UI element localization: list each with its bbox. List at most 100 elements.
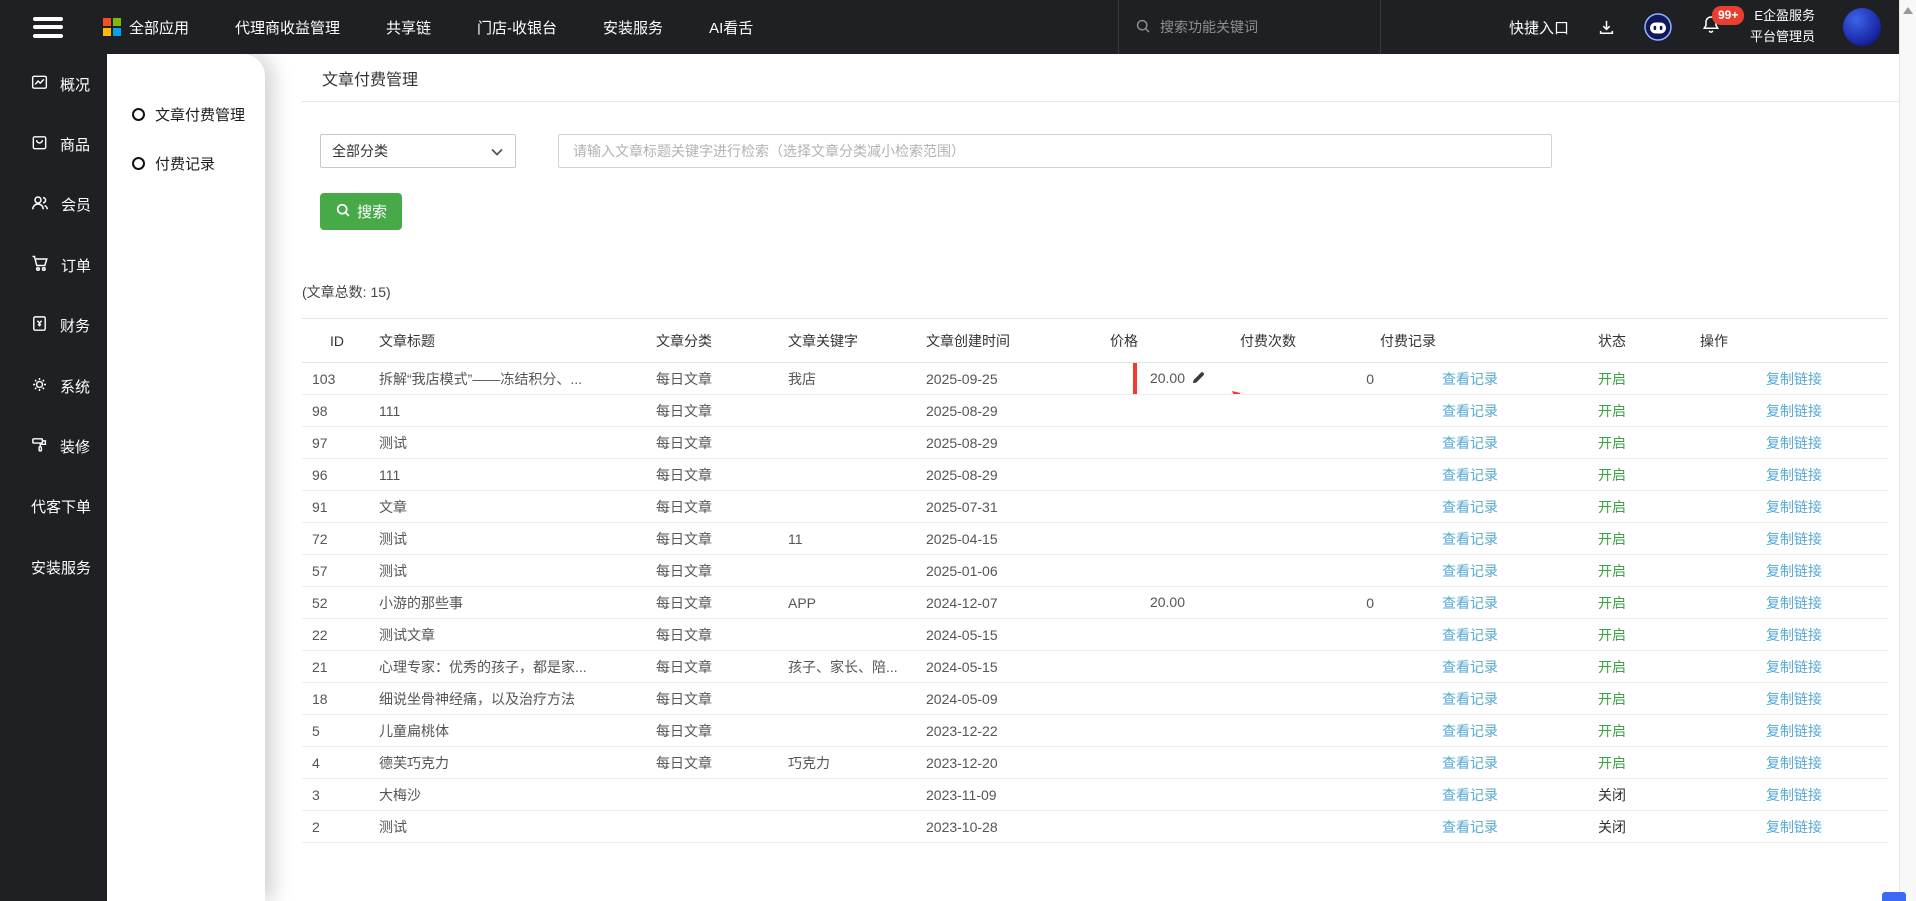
copy-link-action[interactable]: 复制链接: [1766, 659, 1822, 675]
copy-link-action[interactable]: 复制链接: [1766, 627, 1822, 643]
view-records-link[interactable]: 查看记录: [1442, 755, 1498, 771]
table-cell: 2023-12-22: [920, 715, 1110, 747]
edit-price-icon[interactable]: [1191, 370, 1206, 388]
category-select[interactable]: 全部分类: [320, 134, 516, 168]
copy-link-action[interactable]: 复制链接: [1766, 755, 1822, 771]
ai-assistant-icon[interactable]: [1644, 13, 1672, 41]
sidebar-item-proxy-order[interactable]: 代客下单: [0, 477, 107, 537]
view-records-link[interactable]: 查看记录: [1442, 691, 1498, 707]
table-cell: [780, 619, 920, 651]
copy-link-action[interactable]: 复制链接: [1766, 499, 1822, 515]
sidebar-item-orders[interactable]: 订单: [0, 235, 107, 295]
status-text: 开启: [1598, 531, 1626, 547]
table-cell: 查看记录: [1380, 363, 1560, 395]
table-cell: [1110, 523, 1240, 555]
table-cell: 复制链接: [1700, 747, 1888, 779]
nav-label: 全部应用: [129, 17, 189, 38]
copy-link-action[interactable]: 复制链接: [1766, 531, 1822, 547]
table-cell: 复制链接: [1700, 811, 1888, 843]
table-cell: 复制链接: [1700, 459, 1888, 491]
copy-link-action[interactable]: 复制链接: [1766, 691, 1822, 707]
nav-share-chain[interactable]: 共享链: [386, 17, 431, 38]
sidebar-item-goods[interactable]: 商品: [0, 114, 107, 174]
view-records-link[interactable]: 查看记录: [1442, 659, 1498, 675]
table-cell: 开启: [1560, 651, 1700, 683]
copy-link-action[interactable]: 复制链接: [1766, 435, 1822, 451]
view-records-link[interactable]: 查看记录: [1442, 499, 1498, 515]
submenu-item-article-pay[interactable]: 文章付费管理: [107, 90, 265, 139]
nav-agent-revenue[interactable]: 代理商收益管理: [235, 17, 340, 38]
keyword-search-input[interactable]: [558, 134, 1552, 168]
view-records-link[interactable]: 查看记录: [1442, 531, 1498, 547]
table-cell: 57: [302, 555, 372, 587]
table-row: 72测试每日文章112025-04-15查看记录开启复制链接: [302, 523, 1888, 555]
view-records-link[interactable]: 查看记录: [1442, 595, 1498, 611]
view-records-link[interactable]: 查看记录: [1442, 435, 1498, 451]
table-cell: [1240, 427, 1380, 459]
nav-ai-tongue[interactable]: AI看舌: [709, 17, 753, 38]
copy-link-action[interactable]: 复制链接: [1766, 819, 1822, 835]
status-text: 开启: [1598, 403, 1626, 419]
table-cell: [1240, 747, 1380, 779]
table-cell: 测试: [372, 523, 650, 555]
price-value: 20.00: [1150, 370, 1185, 386]
table-cell: 开启: [1560, 427, 1700, 459]
submenu-item-pay-records[interactable]: 付费记录: [107, 139, 265, 188]
function-search-input[interactable]: 搜索功能关键词: [1118, 0, 1381, 54]
table-cell: 查看记录: [1380, 811, 1560, 843]
copy-link-action[interactable]: 复制链接: [1766, 787, 1822, 803]
sidebar-item-system[interactable]: 系统: [0, 356, 107, 416]
table-cell: [1110, 459, 1240, 491]
vertical-scrollbar[interactable]: [1899, 0, 1916, 901]
download-icon[interactable]: [1597, 18, 1616, 37]
notifications-bell-icon[interactable]: 99+: [1700, 14, 1722, 41]
view-records-link[interactable]: 查看记录: [1442, 563, 1498, 579]
table-cell: 测试: [372, 811, 650, 843]
table-row: 4德芙巧克力每日文章巧克力2023-12-20查看记录开启复制链接: [302, 747, 1888, 779]
copy-link-action[interactable]: 复制链接: [1766, 371, 1822, 387]
table-cell: [780, 683, 920, 715]
table-cell: 开启: [1560, 491, 1700, 523]
sidebar-item-members[interactable]: 会员: [0, 175, 107, 235]
table-cell: 4: [302, 747, 372, 779]
table-cell: 5: [302, 715, 372, 747]
copy-link-action[interactable]: 复制链接: [1766, 595, 1822, 611]
table-cell: 96: [302, 459, 372, 491]
floating-widget-button[interactable]: [1882, 892, 1906, 901]
sidebar-item-install-service[interactable]: 安装服务: [0, 537, 107, 597]
table-cell: 复制链接: [1700, 651, 1888, 683]
sidebar-item-finance[interactable]: 财务: [0, 296, 107, 356]
table-cell: 2025-09-25: [920, 363, 1110, 395]
copy-link-action[interactable]: 复制链接: [1766, 723, 1822, 739]
view-records-link[interactable]: 查看记录: [1442, 723, 1498, 739]
view-records-link[interactable]: 查看记录: [1442, 467, 1498, 483]
view-records-link[interactable]: 查看记录: [1442, 787, 1498, 803]
view-records-link[interactable]: 查看记录: [1442, 819, 1498, 835]
sidebar-item-decorate[interactable]: 装修: [0, 416, 107, 476]
nav-all-apps[interactable]: 全部应用: [103, 17, 189, 38]
table-cell: [1110, 395, 1240, 427]
top-navigation: 全部应用 代理商收益管理 共享链 门店-收银台 安装服务 AI看舌: [103, 17, 753, 38]
table-cell: 开启: [1560, 683, 1700, 715]
page-title: 文章付费管理: [290, 54, 1899, 101]
view-records-link[interactable]: 查看记录: [1442, 627, 1498, 643]
table-cell: 复制链接: [1700, 555, 1888, 587]
table-cell: 查看记录: [1380, 747, 1560, 779]
table-cell: 97: [302, 427, 372, 459]
table-row: 52小游的那些事每日文章APP2024-12-0720.000查看记录开启复制链…: [302, 587, 1888, 619]
copy-link-action[interactable]: 复制链接: [1766, 403, 1822, 419]
nav-store-cashier[interactable]: 门店-收银台: [477, 17, 557, 38]
table-cell: [1240, 715, 1380, 747]
copy-link-action[interactable]: 复制链接: [1766, 563, 1822, 579]
search-button[interactable]: 搜索: [320, 193, 402, 230]
view-records-link[interactable]: 查看记录: [1442, 403, 1498, 419]
avatar[interactable]: [1843, 8, 1881, 46]
hamburger-menu-icon[interactable]: [33, 12, 63, 42]
copy-link-action[interactable]: 复制链接: [1766, 467, 1822, 483]
nav-install-service[interactable]: 安装服务: [603, 17, 663, 38]
sidebar-item-overview[interactable]: 概况: [0, 54, 107, 114]
quick-entry-link[interactable]: 快捷入口: [1509, 17, 1569, 38]
scroll-up-arrow-icon[interactable]: [1903, 7, 1913, 14]
table-cell: [780, 491, 920, 523]
view-records-link[interactable]: 查看记录: [1442, 371, 1498, 387]
